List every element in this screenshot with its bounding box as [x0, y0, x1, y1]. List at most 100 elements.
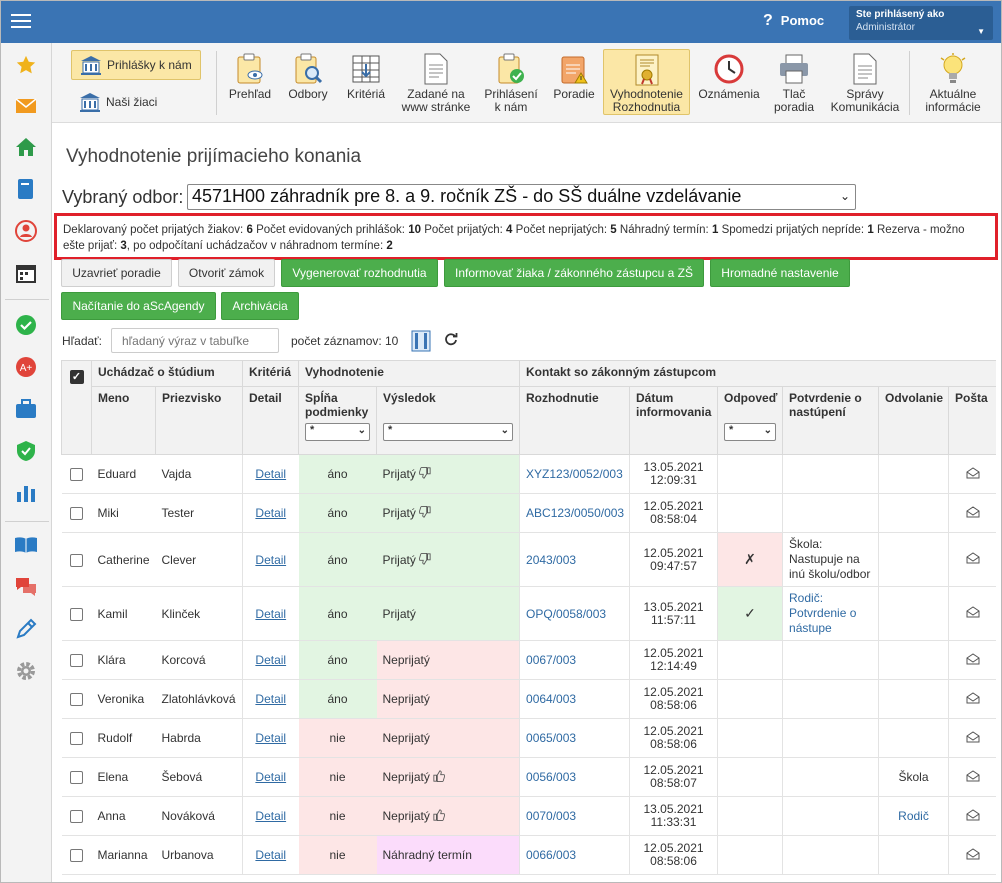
thumb-down-icon[interactable]: [416, 552, 431, 567]
envelope-icon[interactable]: [966, 466, 980, 482]
our-students-button[interactable]: Naši žiaci: [71, 87, 201, 117]
row-checkbox[interactable]: [70, 810, 83, 824]
user-icon[interactable]: [14, 219, 38, 243]
envelope-icon[interactable]: [966, 606, 980, 621]
grade-icon[interactable]: A+: [14, 355, 38, 379]
archive-button[interactable]: Archivácia: [221, 292, 299, 320]
row-checkbox[interactable]: [70, 732, 83, 746]
col-mail[interactable]: Pošta: [948, 386, 996, 455]
row-checkbox[interactable]: [70, 771, 83, 785]
open-book-icon[interactable]: [14, 533, 38, 557]
detail-link[interactable]: Detail: [255, 607, 286, 621]
toolbar-notifications[interactable]: Oznámenia: [694, 48, 764, 116]
detail-link[interactable]: Detail: [255, 553, 286, 567]
generate-decisions-button[interactable]: Vygenerovať rozhodnutia: [281, 259, 438, 287]
detail-link[interactable]: Detail: [255, 692, 286, 706]
chat-icon[interactable]: [14, 575, 38, 599]
field-select[interactable]: 4571H00 záhradník pre 8. a 9. ročník ZŠ …: [187, 184, 856, 210]
check-circle-icon[interactable]: [14, 313, 38, 337]
detail-link[interactable]: Detail: [255, 506, 286, 520]
applications-button[interactable]: Prihlášky k nám: [71, 50, 201, 80]
mail-icon[interactable]: [14, 94, 38, 118]
bulk-settings-button[interactable]: Hromadné nastavenie: [710, 259, 850, 287]
fulfils-filter[interactable]: * ⌄: [305, 423, 370, 441]
toolbar-registered[interactable]: Prihlásení k nám: [480, 48, 542, 116]
col-first-name[interactable]: Meno: [91, 386, 156, 455]
col-decision[interactable]: Rozhodnutie: [519, 386, 631, 455]
decision-link[interactable]: 0065/003: [526, 731, 576, 745]
toolbar-criteria[interactable]: Kritériá: [338, 48, 394, 116]
col-fulfils[interactable]: Spĺňa podmienky * ⌄: [298, 386, 377, 455]
home-icon[interactable]: [14, 135, 38, 159]
detail-link[interactable]: Detail: [255, 848, 286, 862]
col-answer[interactable]: Odpoveď * ⌄: [717, 386, 784, 455]
confirm-cell[interactable]: Škola: Nastupuje na inú školu/odbor: [782, 532, 879, 587]
decision-link[interactable]: XYZ123/0052/003: [526, 467, 623, 481]
refresh-icon[interactable]: [444, 332, 460, 348]
envelope-icon[interactable]: [966, 730, 980, 746]
thumb-down-icon[interactable]: [416, 506, 431, 520]
thumb-up-icon[interactable]: [430, 770, 446, 784]
envelope-icon[interactable]: [966, 691, 980, 707]
star-icon[interactable]: [14, 53, 38, 77]
book-icon[interactable]: [14, 177, 38, 201]
pencil-icon[interactable]: [14, 617, 38, 641]
detail-link[interactable]: Detail: [255, 653, 286, 667]
detail-link[interactable]: Detail: [255, 770, 286, 784]
col-confirm[interactable]: Potvrdenie o nastúpení: [782, 386, 880, 455]
detail-link[interactable]: Detail: [255, 467, 286, 481]
select-all-checkbox[interactable]: ✓: [61, 360, 92, 455]
thumb-down-icon[interactable]: [416, 467, 431, 481]
decision-link[interactable]: 0066/003: [526, 848, 576, 862]
toolbar-current-info[interactable]: Aktuálne informácie: [915, 48, 991, 116]
row-checkbox[interactable]: [70, 468, 83, 482]
gear-icon[interactable]: [14, 659, 38, 683]
open-lock-button[interactable]: Otvoriť zámok: [178, 259, 275, 287]
envelope-icon[interactable]: [966, 769, 980, 785]
row-checkbox[interactable]: [70, 693, 83, 707]
help-link[interactable]: ? Pomoc: [763, 12, 824, 30]
envelope-icon[interactable]: [966, 808, 980, 824]
result-filter[interactable]: * ⌄: [383, 423, 514, 441]
menu-icon[interactable]: [11, 11, 33, 31]
thumb-up-icon[interactable]: [430, 809, 446, 823]
shield-icon[interactable]: [14, 439, 38, 463]
chart-icon[interactable]: [14, 481, 38, 505]
toolbar-web-entries[interactable]: Zadané na www stránke: [400, 48, 472, 116]
decision-link[interactable]: 2043/003: [526, 553, 576, 567]
row-checkbox[interactable]: [70, 654, 83, 668]
decision-link[interactable]: 0056/003: [526, 770, 576, 784]
detail-link[interactable]: Detail: [255, 809, 286, 823]
envelope-icon[interactable]: [966, 847, 980, 863]
detail-link[interactable]: Detail: [255, 731, 286, 745]
toolbar-print-order[interactable]: Tlač poradia: [768, 48, 820, 116]
decision-link[interactable]: 0070/003: [526, 809, 576, 823]
envelope-icon[interactable]: [966, 552, 980, 567]
envelope-icon[interactable]: [966, 652, 980, 668]
decision-link[interactable]: ABC123/0050/003: [526, 506, 624, 520]
close-order-button[interactable]: Uzavrieť poradie: [61, 259, 172, 287]
decision-link[interactable]: 0067/003: [526, 653, 576, 667]
inform-button[interactable]: Informovať žiaka / zákonného zástupcu a …: [444, 259, 704, 287]
col-date[interactable]: Dátum informovania: [629, 386, 719, 455]
col-detail[interactable]: Detail: [242, 386, 299, 455]
row-checkbox[interactable]: [70, 607, 83, 621]
columns-icon[interactable]: [411, 330, 431, 352]
col-appeal[interactable]: Odvolanie: [878, 386, 950, 455]
toolbar-reports[interactable]: Správy Komunikácia: [824, 48, 906, 116]
col-last-name[interactable]: Priezvisko: [155, 386, 243, 455]
row-checkbox[interactable]: [70, 849, 83, 863]
confirm-cell[interactable]: Rodič: Potvrdenie o nástupe: [782, 586, 879, 641]
toolbar-evaluation[interactable]: Vyhodnotenie Rozhodnutia: [603, 49, 690, 115]
col-result[interactable]: Výsledok * ⌄: [375, 386, 521, 455]
answer-filter[interactable]: * ⌄: [724, 423, 777, 441]
search-input[interactable]: [111, 328, 279, 353]
toolbar-overview[interactable]: Prehľad: [222, 48, 278, 116]
user-menu[interactable]: Ste prihlásený ako Administrátor ▼: [849, 6, 993, 40]
toolbar-fields[interactable]: Odbory: [280, 48, 336, 116]
row-checkbox[interactable]: [70, 553, 83, 567]
toolbar-order[interactable]: Poradie: [546, 48, 602, 116]
decision-link[interactable]: OPQ/0058/003: [526, 607, 606, 621]
envelope-icon[interactable]: [966, 505, 980, 521]
decision-link[interactable]: 0064/003: [526, 692, 576, 706]
